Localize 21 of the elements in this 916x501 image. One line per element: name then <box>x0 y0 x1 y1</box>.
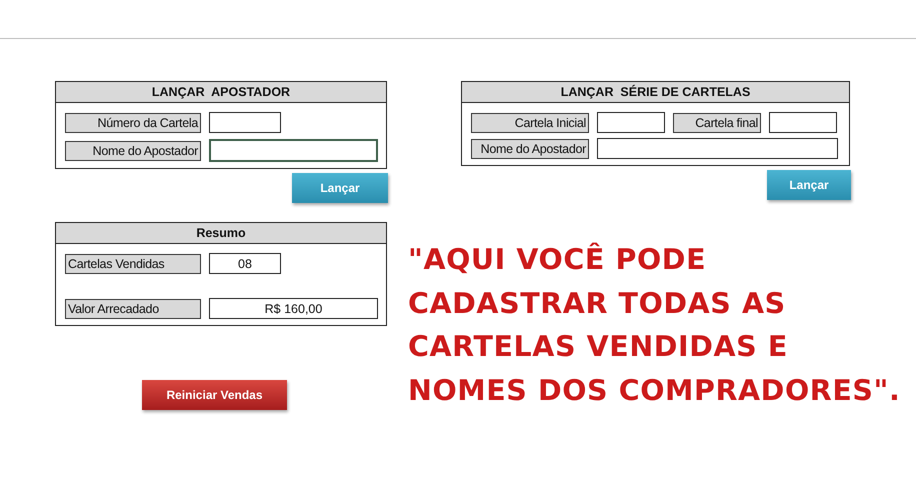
reset-button[interactable]: Reiniciar Vendas <box>142 380 287 410</box>
field-label: Número da Cartela <box>65 112 201 132</box>
callout-text: "AQUI VOCÊ PODE CADASTRAR TODAS AS CARTELAS VENDIDAS E NOMES DOS COMPRADORES". <box>408 242 902 408</box>
panel-title: Resumo <box>56 223 386 244</box>
launch-button[interactable]: Lançar <box>767 170 851 200</box>
summary-label: Cartelas Vendidas <box>65 254 201 274</box>
panel-title: LANÇAR APOSTADOR <box>56 82 386 103</box>
field-label: Cartela final <box>673 112 761 132</box>
input-field[interactable] <box>597 138 838 159</box>
launch-button[interactable]: Lançar <box>292 173 388 203</box>
input-field[interactable] <box>209 112 281 133</box>
field-label: Nome do Apostador <box>65 140 201 160</box>
summary-value: 08 <box>209 253 281 274</box>
panel-title: LANÇAR SÉRIE DE CARTELAS <box>462 82 849 103</box>
summary-value: R$ 160,00 <box>209 298 378 319</box>
field-label: Nome do Apostador <box>471 138 589 158</box>
input-field[interactable] <box>769 112 837 133</box>
field-label: Cartela Inicial <box>471 112 589 132</box>
input-field[interactable] <box>209 139 378 162</box>
summary-label: Valor Arrecadado <box>65 298 201 318</box>
input-field[interactable] <box>597 112 665 133</box>
